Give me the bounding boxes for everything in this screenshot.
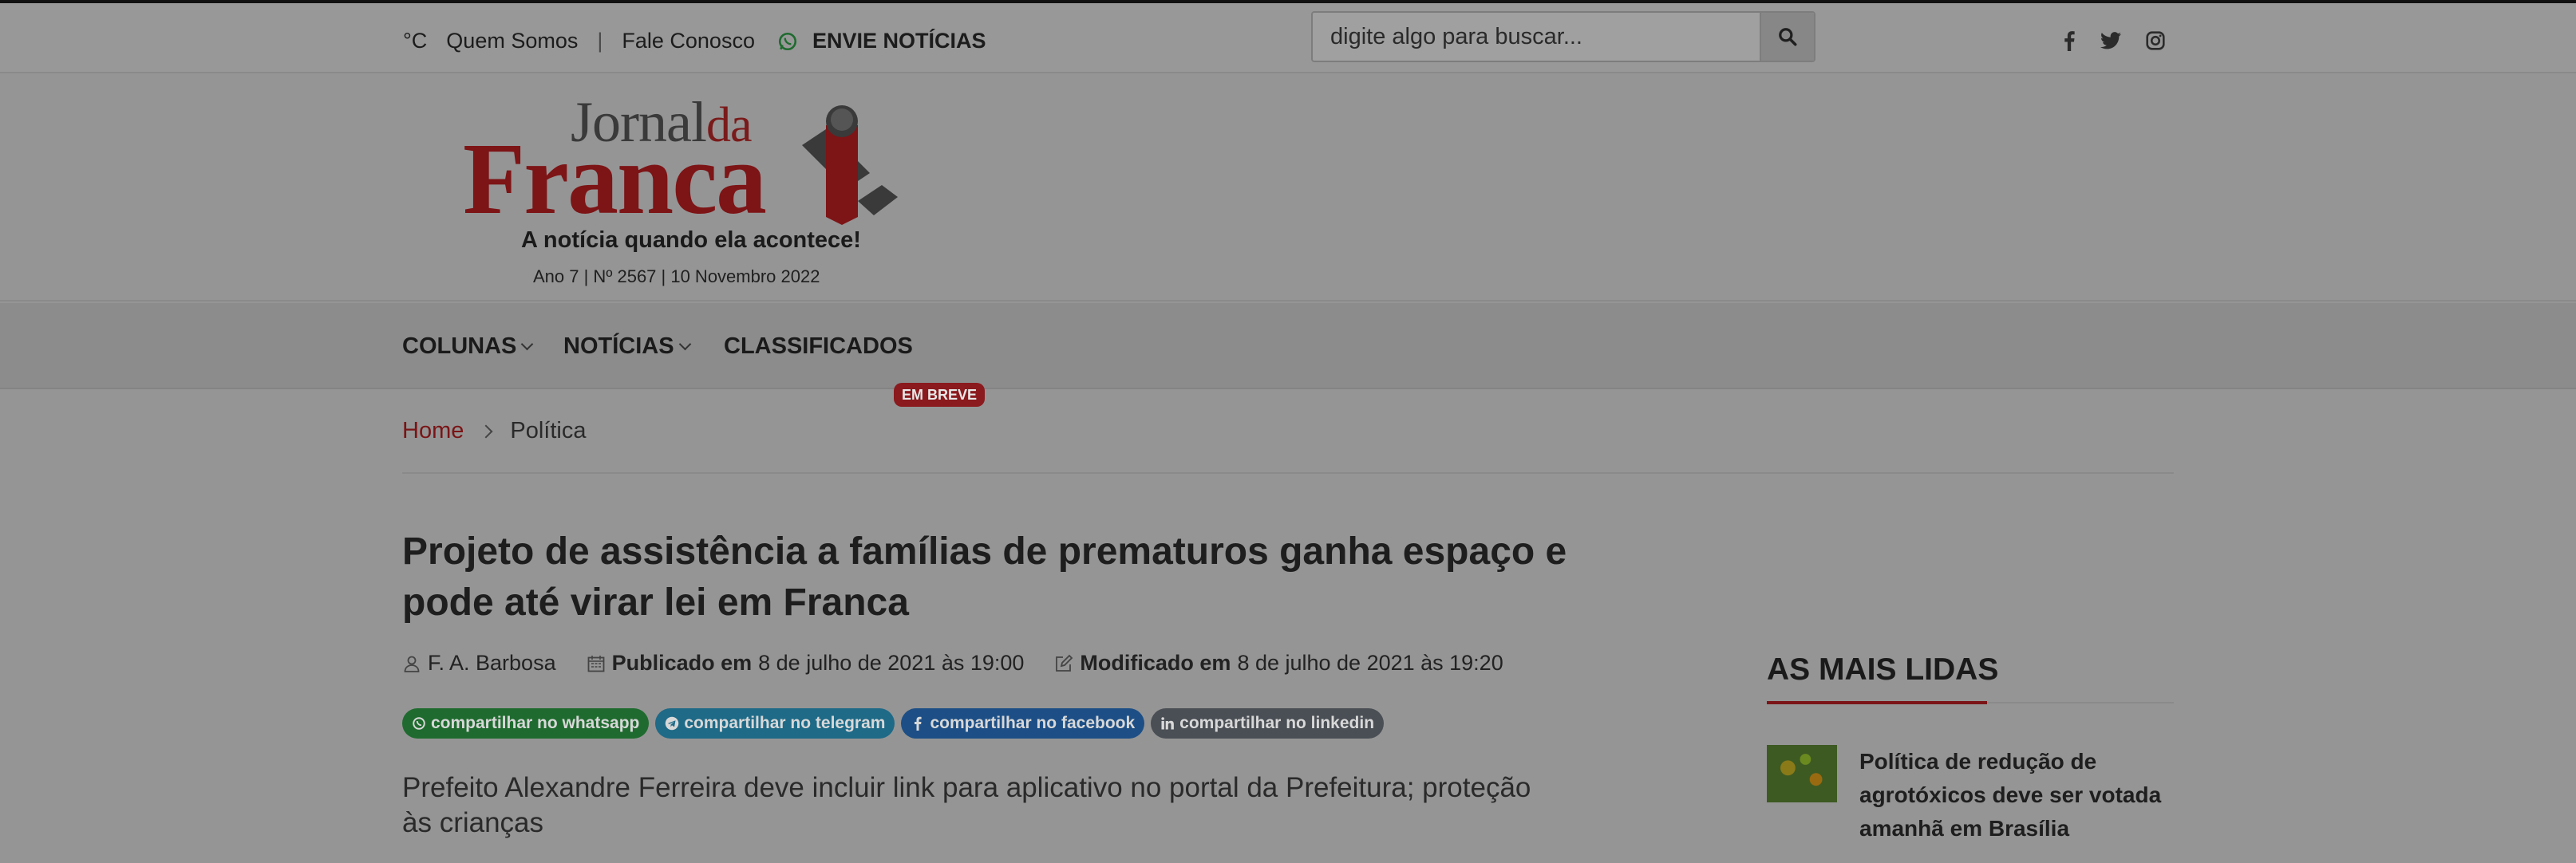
article-lead: Prefeito Alexandre Ferreira deve incluir… <box>402 772 1531 838</box>
article-title: Projeto de assistência a famílias de pre… <box>402 530 1567 624</box>
share-linkedin-button[interactable]: compartilhar no linkedin <box>1151 708 1385 739</box>
chevron-down-icon <box>521 337 534 351</box>
breadcrumb-current: Política <box>510 418 587 443</box>
article-meta: F. A. Barbosa Publicado em 8 de julho de… <box>402 651 1503 676</box>
twitter-icon[interactable] <box>2099 29 2123 53</box>
share-buttons: compartilhar no whatsapp compartilhar no… <box>402 708 1385 739</box>
share-label: compartilhar no telegram <box>684 714 886 732</box>
quem-somos-link[interactable]: Quem Somos <box>446 29 578 53</box>
chevron-down-icon <box>678 337 691 351</box>
separator: | <box>597 29 603 53</box>
edition-info: Ano 7 | Nº 2567 | 10 Novembro 2022 <box>533 266 820 286</box>
divider <box>402 472 2174 474</box>
calendar-icon <box>587 655 604 672</box>
em-breve-badge: EM BREVE <box>894 383 986 407</box>
top-bar: °C Quem Somos | Fale Conosco ENVIE NOTÍC… <box>0 0 2576 73</box>
nav-label: COLUNAS <box>402 333 517 359</box>
most-read-item-link[interactable]: Política de redução de agrotóxicos deve … <box>1859 745 2179 845</box>
search-icon <box>1779 28 1797 46</box>
logo-franca: Franca <box>463 122 767 235</box>
share-label: compartilhar no facebook <box>930 714 1136 732</box>
linkedin-icon <box>1161 717 1175 730</box>
search-button[interactable] <box>1760 13 1814 61</box>
nav-item-noticias[interactable]: NOTÍCIAS <box>563 333 691 360</box>
modified-label: Modificado em <box>1080 651 1231 675</box>
logo-tagline: A notícia quando ela acontece! <box>521 227 861 253</box>
instagram-icon[interactable] <box>2143 29 2167 53</box>
nav-label: NOTÍCIAS <box>563 333 674 359</box>
site-logo[interactable]: Jornalda Franca A notícia quando ela aco… <box>463 89 898 289</box>
chevron-right-icon <box>479 424 493 438</box>
search-input[interactable] <box>1313 13 1760 61</box>
share-telegram-button[interactable]: compartilhar no telegram <box>655 708 895 739</box>
top-links: °C Quem Somos | Fale Conosco ENVIE NOTÍC… <box>403 29 986 53</box>
envie-noticias-link[interactable]: ENVIE NOTÍCIAS <box>812 29 986 53</box>
logo-mark-icon <box>802 105 898 225</box>
nav-label: CLASSIFICADOS <box>724 333 913 359</box>
share-facebook-button[interactable]: compartilhar no facebook <box>901 708 1145 739</box>
published-date: 8 de julho de 2021 às 19:00 <box>758 651 1025 675</box>
breadcrumb-home-link[interactable]: Home <box>402 418 464 444</box>
nav-item-colunas[interactable]: COLUNAS <box>402 333 534 360</box>
nav-item-classificados[interactable]: CLASSIFICADOS <box>724 333 913 360</box>
share-whatsapp-button[interactable]: compartilhar no whatsapp <box>402 708 650 739</box>
site-header: Jornalda Franca A notícia quando ela aco… <box>0 73 2576 301</box>
user-icon <box>404 656 420 672</box>
main-nav: COLUNAS NOTÍCIAS CLASSIFICADOS <box>0 303 2576 389</box>
whatsapp-icon <box>413 717 425 730</box>
most-read-title: AS MAIS LIDAS <box>1767 652 1999 687</box>
share-label: compartilhar no linkedin <box>1179 714 1375 732</box>
modified-date: 8 de julho de 2021 às 19:20 <box>1237 651 1503 675</box>
most-read-thumbnail[interactable] <box>1767 745 1837 802</box>
search-form <box>1311 11 1815 62</box>
facebook-icon[interactable] <box>2057 29 2081 53</box>
whatsapp-icon <box>778 32 797 50</box>
title-accent <box>1767 701 1987 704</box>
published-label: Publicado em <box>611 651 753 675</box>
telegram-icon <box>666 716 679 731</box>
fale-conosco-link[interactable]: Fale Conosco <box>622 29 755 53</box>
temperature-label: °C <box>403 29 428 53</box>
share-label: compartilhar no whatsapp <box>431 714 640 732</box>
facebook-icon <box>915 716 923 731</box>
breadcrumb: Home Política <box>402 418 586 444</box>
edit-icon <box>1056 654 1073 672</box>
article-author[interactable]: F. A. Barbosa <box>428 651 556 676</box>
